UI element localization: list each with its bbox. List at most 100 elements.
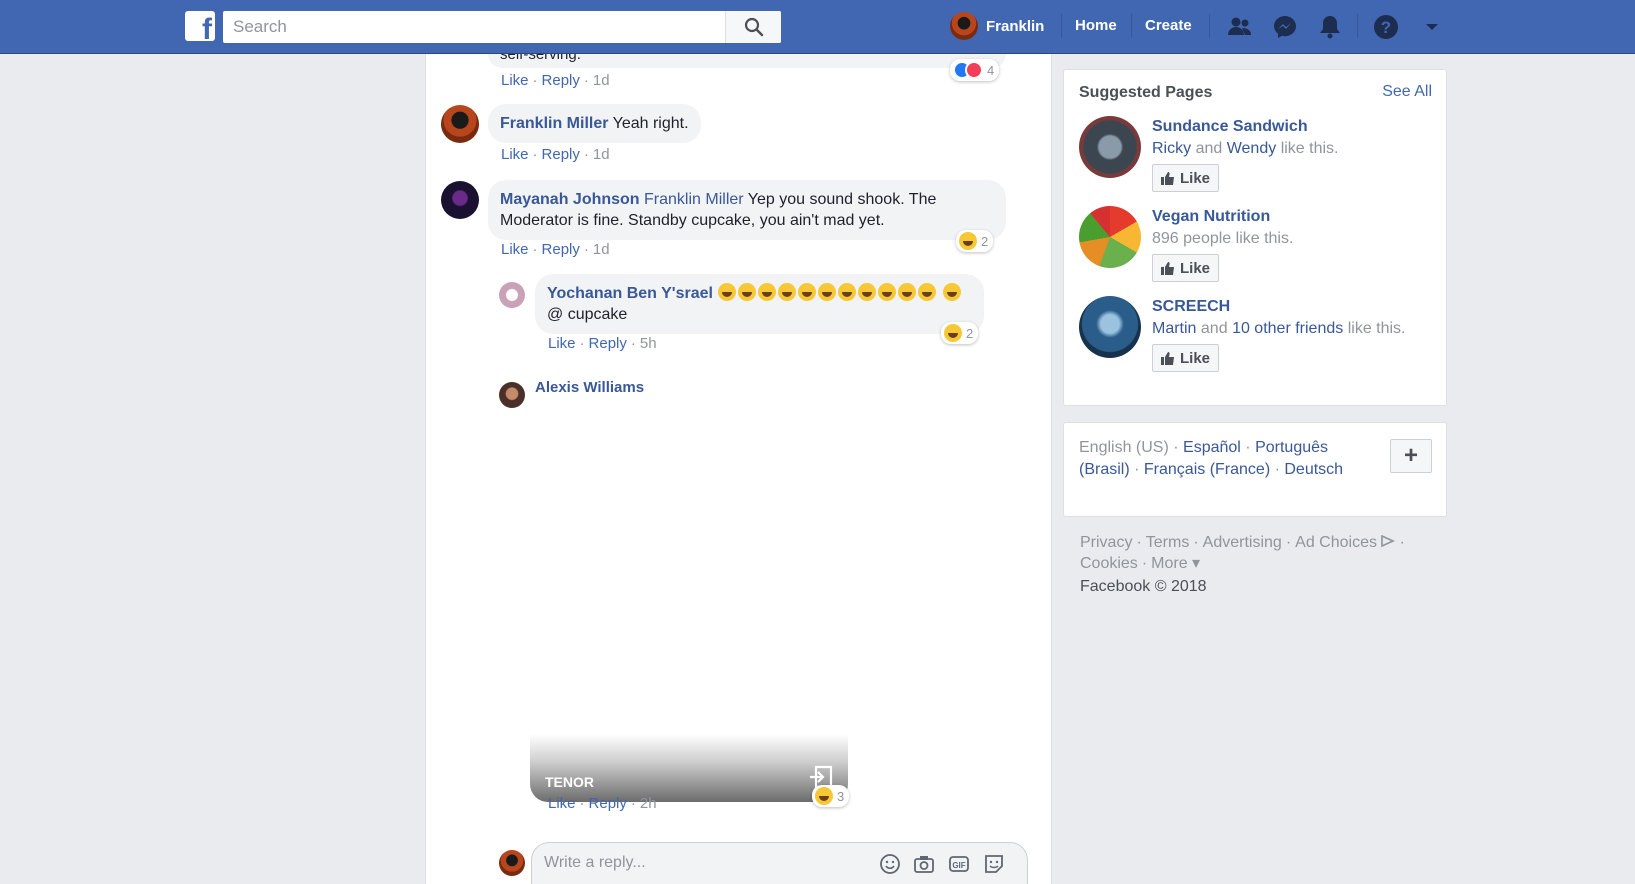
- facebook-logo[interactable]: f: [185, 11, 215, 45]
- reply-composer: GIF: [531, 842, 1028, 884]
- page-thumbnail[interactable]: [1079, 296, 1141, 358]
- page-name[interactable]: Vegan Nutrition: [1152, 208, 1270, 226]
- like-page-button[interactable]: Like: [1152, 164, 1220, 192]
- suggested-page: Vegan Nutrition 896 people like this. Li…: [1079, 206, 1429, 286]
- comment-actions: Like · Reply · 1d: [501, 72, 610, 89]
- comment-actions: Like · Reply · 2h: [548, 795, 657, 812]
- see-all-link[interactable]: See All: [1382, 83, 1432, 101]
- footer-link[interactable]: Ad Choices: [1295, 534, 1377, 551]
- like-link[interactable]: Like: [501, 72, 529, 89]
- comment-author[interactable]: Franklin Miller: [500, 115, 608, 132]
- nav-home[interactable]: Home: [1075, 17, 1117, 34]
- comment-time[interactable]: 5h: [640, 335, 657, 352]
- search-input[interactable]: [223, 11, 723, 43]
- page-social-context: 896 people like this.: [1152, 230, 1294, 247]
- thumbs-up-icon: [1161, 352, 1174, 365]
- suggested-page: SCREECH Martin and 10 other friends like…: [1079, 296, 1429, 376]
- comment-time[interactable]: 2h: [640, 795, 657, 812]
- reaction-summary[interactable]: 2: [941, 322, 979, 344]
- comment-author[interactable]: Yochanan Ben Y'srael: [547, 285, 713, 302]
- search-button[interactable]: [725, 11, 781, 43]
- reply-link[interactable]: Reply: [542, 72, 580, 89]
- reaction-summary[interactable]: 4: [950, 59, 1000, 81]
- previous-comment-bubble: self-serving.: [488, 54, 1006, 68]
- copyright: Facebook © 2018: [1080, 578, 1207, 595]
- reply-link[interactable]: Reply: [589, 795, 627, 812]
- page-thumbnail[interactable]: [1079, 206, 1141, 268]
- comment-text: Yeah right.: [612, 115, 689, 132]
- like-link[interactable]: Like: [548, 335, 576, 352]
- friends-icon[interactable]: [1226, 13, 1254, 41]
- avatar: [950, 12, 978, 40]
- language-option[interactable]: Deutsch: [1284, 461, 1343, 478]
- suggested-pages-card: Suggested Pages See All Sundance Sandwic…: [1063, 69, 1447, 406]
- more-languages-button[interactable]: +: [1390, 439, 1432, 473]
- avatar[interactable]: [441, 181, 479, 219]
- footer-link[interactable]: Terms: [1146, 534, 1190, 551]
- avatar[interactable]: [499, 382, 525, 408]
- like-link[interactable]: Like: [548, 795, 576, 812]
- reaction-count: 3: [837, 788, 845, 804]
- like-page-button[interactable]: Like: [1152, 344, 1220, 372]
- like-page-button[interactable]: Like: [1152, 254, 1220, 282]
- avatar: [499, 850, 525, 876]
- reply-input[interactable]: [532, 843, 872, 883]
- comment-text: @ cupcake: [547, 306, 628, 323]
- reply-link[interactable]: Reply: [589, 335, 627, 352]
- page-name[interactable]: Sundance Sandwich: [1152, 118, 1308, 136]
- comment-time[interactable]: 1d: [593, 146, 610, 163]
- language-option[interactable]: Español: [1183, 439, 1241, 456]
- reaction-count: 4: [987, 62, 995, 78]
- mention-tag[interactable]: Franklin Miller: [644, 191, 744, 208]
- comment-actions: Like · Reply · 5h: [548, 335, 657, 352]
- page-thumbnail[interactable]: [1079, 116, 1141, 178]
- notifications-icon[interactable]: [1316, 13, 1344, 41]
- section-title: Suggested Pages: [1079, 84, 1213, 101]
- footer-link[interactable]: Privacy: [1080, 534, 1132, 551]
- language-list: English (US) · Español · Português (Bras…: [1079, 439, 1344, 478]
- comment-bubble: Franklin Miller Yeah right.: [488, 104, 701, 143]
- laughing-emoji: [942, 283, 961, 301]
- footer-link[interactable]: More: [1151, 555, 1187, 572]
- haha-reaction-icon: [944, 324, 962, 342]
- comment-actions: Like · Reply · 1d: [501, 146, 610, 163]
- chevron-down-icon[interactable]: [1418, 13, 1446, 41]
- page-social-context: Ricky and Wendy like this.: [1152, 140, 1339, 157]
- like-link[interactable]: Like: [501, 241, 529, 258]
- thumbs-up-icon: [1161, 172, 1174, 185]
- messenger-icon[interactable]: [1271, 13, 1299, 41]
- reply-link[interactable]: Reply: [542, 146, 580, 163]
- like-link[interactable]: Like: [501, 146, 529, 163]
- avatar[interactable]: [499, 282, 525, 308]
- emoji-icon[interactable]: [879, 853, 901, 875]
- camera-icon[interactable]: [913, 853, 935, 875]
- nav-create[interactable]: Create: [1145, 17, 1192, 34]
- language-option[interactable]: Français (France): [1144, 461, 1270, 478]
- comment-time[interactable]: 1d: [593, 72, 610, 89]
- haha-reaction-icon: [815, 787, 833, 805]
- reaction-count: 2: [966, 325, 974, 341]
- svg-text:GIF: GIF: [952, 861, 965, 870]
- sticker-icon[interactable]: [983, 853, 1005, 875]
- page-footer: Privacy · Terms · Advertising · Ad Choices · C…: [1080, 532, 1440, 597]
- comment-author[interactable]: Alexis Williams: [535, 379, 644, 396]
- footer-link[interactable]: Advertising: [1203, 534, 1282, 551]
- caret-down-icon[interactable]: ▾: [1192, 555, 1200, 572]
- gif-icon[interactable]: GIF: [948, 853, 970, 875]
- profile-link[interactable]: Franklin: [950, 11, 1044, 41]
- avatar[interactable]: [441, 105, 479, 143]
- previous-comment-text: self-serving.: [500, 54, 581, 63]
- reaction-summary[interactable]: 2: [956, 230, 994, 252]
- reply-author-line: Alexis Williams: [535, 377, 644, 398]
- reply-link[interactable]: Reply: [542, 241, 580, 258]
- comment-author[interactable]: Mayanah Johnson: [500, 191, 640, 208]
- comment-time[interactable]: 1d: [593, 241, 610, 258]
- reaction-summary[interactable]: 3: [812, 785, 850, 807]
- page-name[interactable]: SCREECH: [1152, 298, 1230, 316]
- ad-choices-icon[interactable]: [1381, 534, 1396, 548]
- footer-link[interactable]: Cookies: [1080, 555, 1138, 572]
- help-icon[interactable]: ?: [1372, 13, 1400, 41]
- gif-attachment[interactable]: TENOR: [530, 734, 848, 802]
- svg-text:?: ?: [1381, 18, 1391, 37]
- reply-bubble: Yochanan Ben Y'srael @ cupcake: [535, 274, 984, 334]
